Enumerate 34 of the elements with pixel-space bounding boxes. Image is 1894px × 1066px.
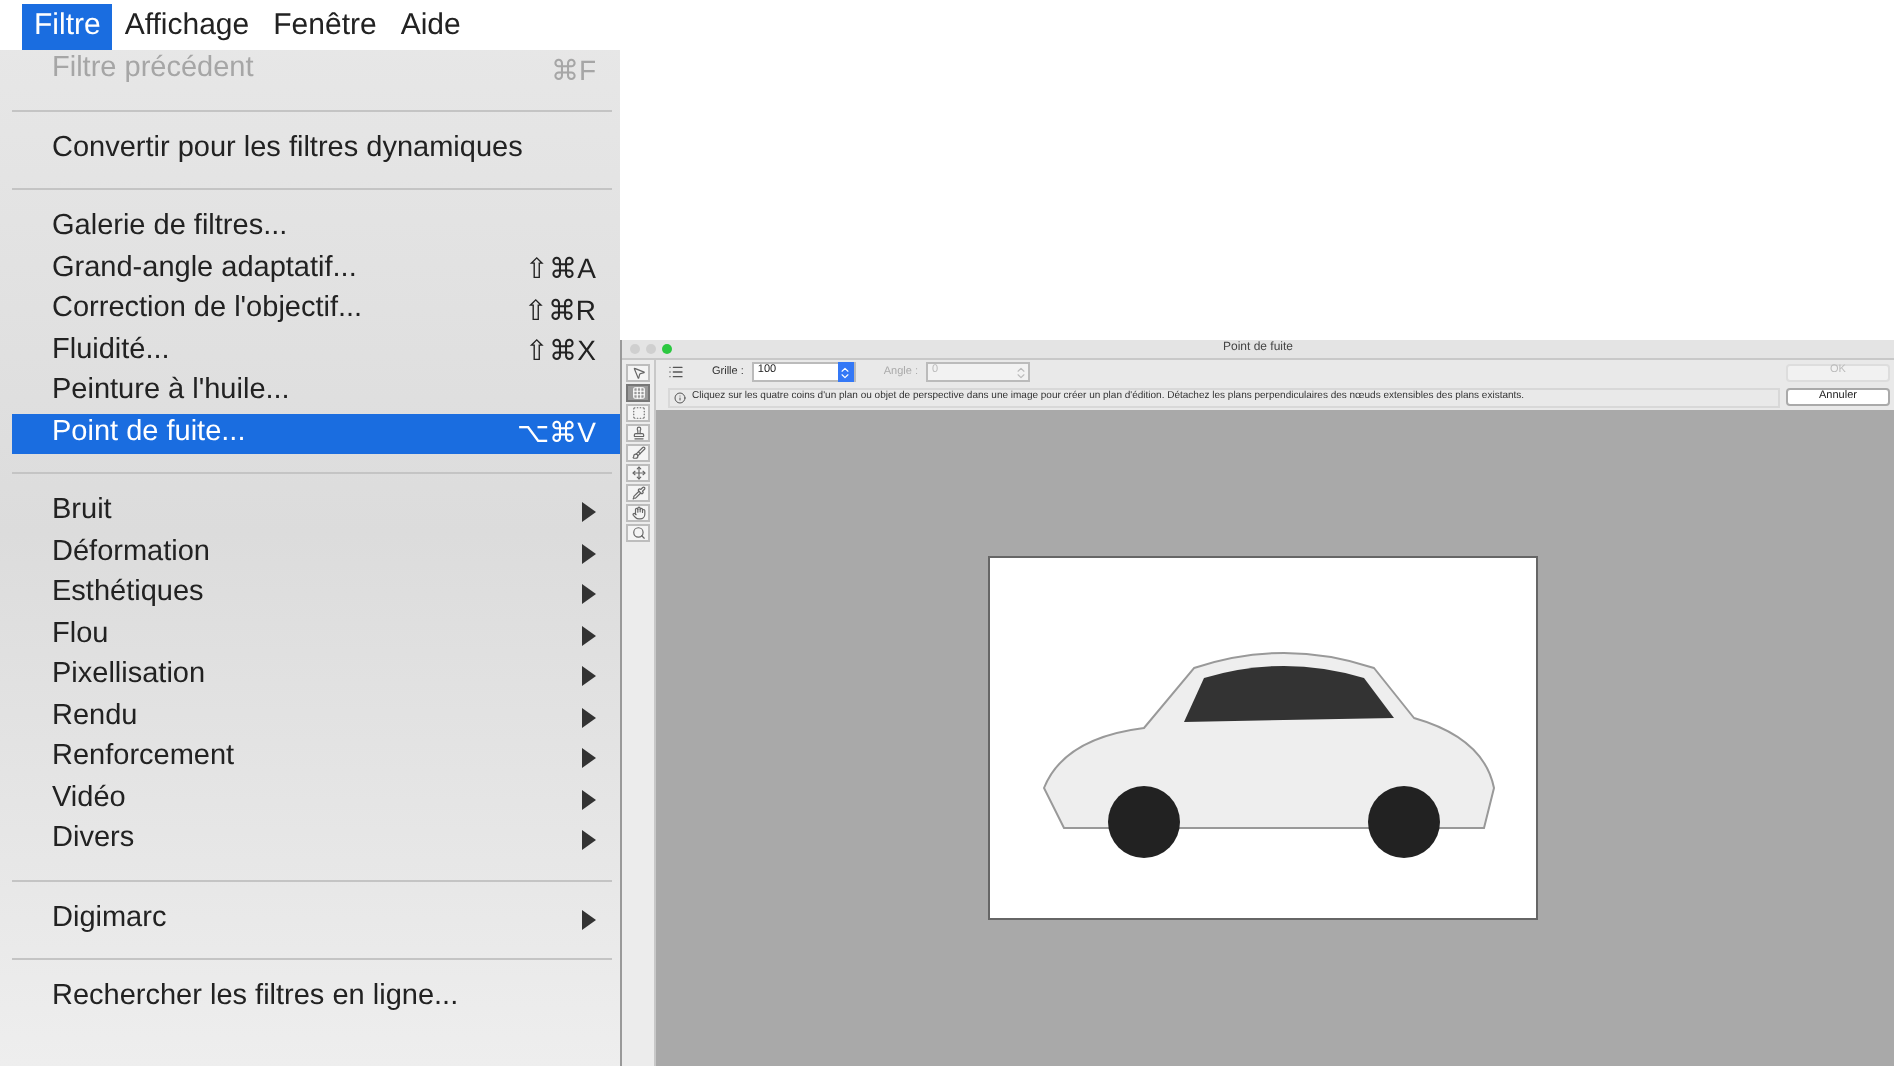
menu-item[interactable]: Convertir pour les filtres dynamiques	[12, 129, 620, 170]
menu-bar-item[interactable]: Aide	[388, 4, 473, 50]
stamp-icon[interactable]	[626, 424, 650, 442]
pointer-icon[interactable]	[626, 364, 650, 382]
menu-item[interactable]: Flou	[12, 615, 620, 656]
menu-item[interactable]: Peinture à l'huile...	[12, 372, 620, 413]
menu-item[interactable]: Grand-angle adaptatif... ⇧⌘A	[12, 249, 620, 290]
menu-item[interactable]: Rendu	[12, 697, 620, 738]
menu-item[interactable]: Rechercher les filtres en ligne...	[12, 978, 620, 1019]
menu-item[interactable]: Esthétiques	[12, 574, 620, 615]
grid-icon[interactable]	[626, 384, 650, 402]
menu-item[interactable]: Fluidité... ⇧⌘X	[12, 331, 620, 372]
menu-bar-item[interactable]: Filtre	[22, 4, 113, 50]
menu-item[interactable]: Galerie de filtres...	[12, 208, 620, 249]
stepper-icon[interactable]	[837, 362, 854, 382]
menu-item[interactable]: Déformation	[12, 533, 620, 574]
menu-item[interactable]: Point de fuite... ⌥⌘V	[12, 413, 620, 454]
move-icon[interactable]	[626, 464, 650, 482]
menu-item[interactable]: Bruit	[12, 492, 620, 533]
menu-item[interactable]: Pixellisation	[12, 656, 620, 697]
menu-item[interactable]: Digimarc	[12, 899, 620, 940]
menu-item[interactable]: Vidéo	[12, 779, 620, 820]
info-icon	[674, 391, 686, 403]
menu-bar-item[interactable]: Affichage	[112, 4, 262, 50]
menu-item[interactable]: Divers	[12, 820, 620, 861]
brush-icon[interactable]	[626, 444, 650, 462]
eyedropper-icon[interactable]	[626, 484, 650, 502]
menu-item[interactable]: Correction de l'objectif... ⇧⌘R	[12, 290, 620, 331]
hand-icon[interactable]	[626, 504, 650, 522]
list-icon[interactable]	[668, 364, 684, 380]
search-icon[interactable]	[626, 524, 650, 542]
dashed-square-icon[interactable]	[626, 404, 650, 422]
menu-bar-item[interactable]: Fenêtre	[261, 4, 389, 50]
menu-item[interactable]: Renforcement	[12, 738, 620, 779]
